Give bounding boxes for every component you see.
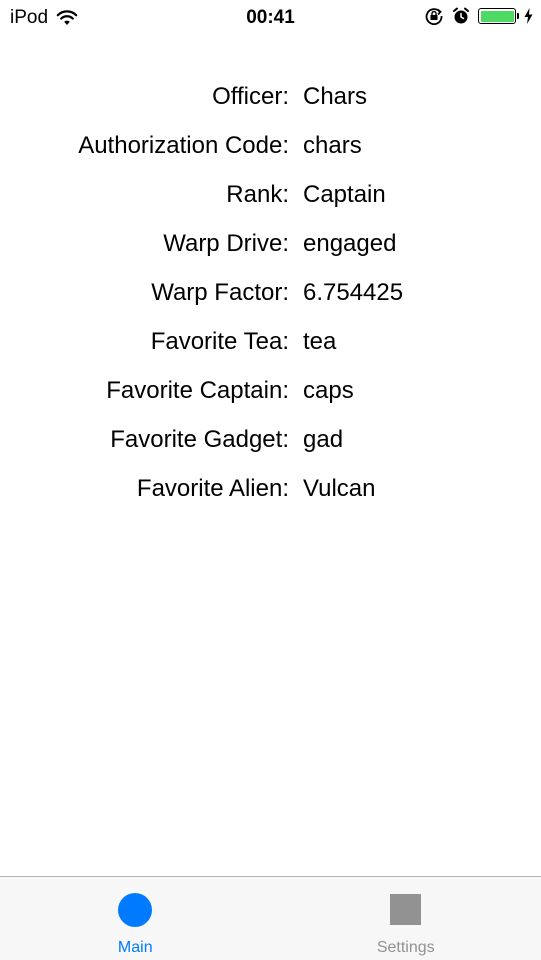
field-row-authorization-code: Authorization Code: chars: [0, 121, 541, 170]
square-icon: [390, 894, 422, 925]
status-bar: iPod 00:41: [0, 0, 541, 36]
field-value: Vulcan: [303, 474, 376, 502]
field-value: engaged: [303, 229, 397, 257]
alarm-icon: [453, 7, 469, 24]
field-row-officer: Officer: Chars: [0, 72, 541, 121]
field-label: Officer:: [212, 82, 289, 110]
status-indicators: [424, 7, 533, 25]
field-label: Authorization Code:: [78, 131, 289, 159]
field-value: 6.754425: [303, 278, 404, 306]
field-row-favorite-gadget: Favorite Gadget: gad: [0, 415, 541, 464]
tab-main-label: Main: [117, 939, 153, 956]
screen: iPod 00:41 Officer: Chars Authorization …: [0, 0, 541, 960]
field-row-favorite-tea: Favorite Tea: tea: [0, 317, 541, 366]
field-value: Chars: [303, 82, 368, 110]
field-label: Favorite Alien:: [136, 474, 289, 502]
tab-main[interactable]: Main: [0, 877, 271, 960]
field-row-warp-drive: Warp Drive: engaged: [0, 219, 541, 268]
circle-icon: [118, 893, 153, 927]
field-row-rank: Rank: Captain: [0, 170, 541, 219]
battery-tip: [516, 13, 519, 19]
field-label: Favorite Gadget:: [110, 425, 289, 453]
field-value: gad: [303, 425, 344, 453]
officer-details: Officer: Chars Authorization Code: chars…: [0, 72, 541, 513]
field-row-favorite-captain: Favorite Captain: caps: [0, 366, 541, 415]
field-label: Favorite Tea:: [150, 327, 289, 355]
field-row-favorite-alien: Favorite Alien: Vulcan: [0, 464, 541, 513]
field-value: Captain: [303, 180, 386, 208]
battery-icon: [478, 8, 519, 24]
field-value: tea: [303, 327, 337, 355]
tab-settings-label: Settings: [376, 939, 435, 956]
rotation-lock-icon: [425, 8, 443, 25]
field-label: Favorite Captain:: [106, 376, 289, 404]
field-row-warp-factor: Warp Factor: 6.754425: [0, 268, 541, 317]
battery-level: [480, 10, 514, 22]
field-value: chars: [303, 131, 362, 159]
field-value: caps: [303, 376, 354, 404]
field-label: Warp Factor:: [151, 278, 289, 306]
tab-bar: Main Settings: [0, 876, 541, 960]
tab-settings[interactable]: Settings: [271, 877, 541, 960]
charging-icon: [524, 8, 533, 24]
field-label: Rank:: [226, 180, 289, 208]
field-label: Warp Drive:: [163, 229, 289, 257]
